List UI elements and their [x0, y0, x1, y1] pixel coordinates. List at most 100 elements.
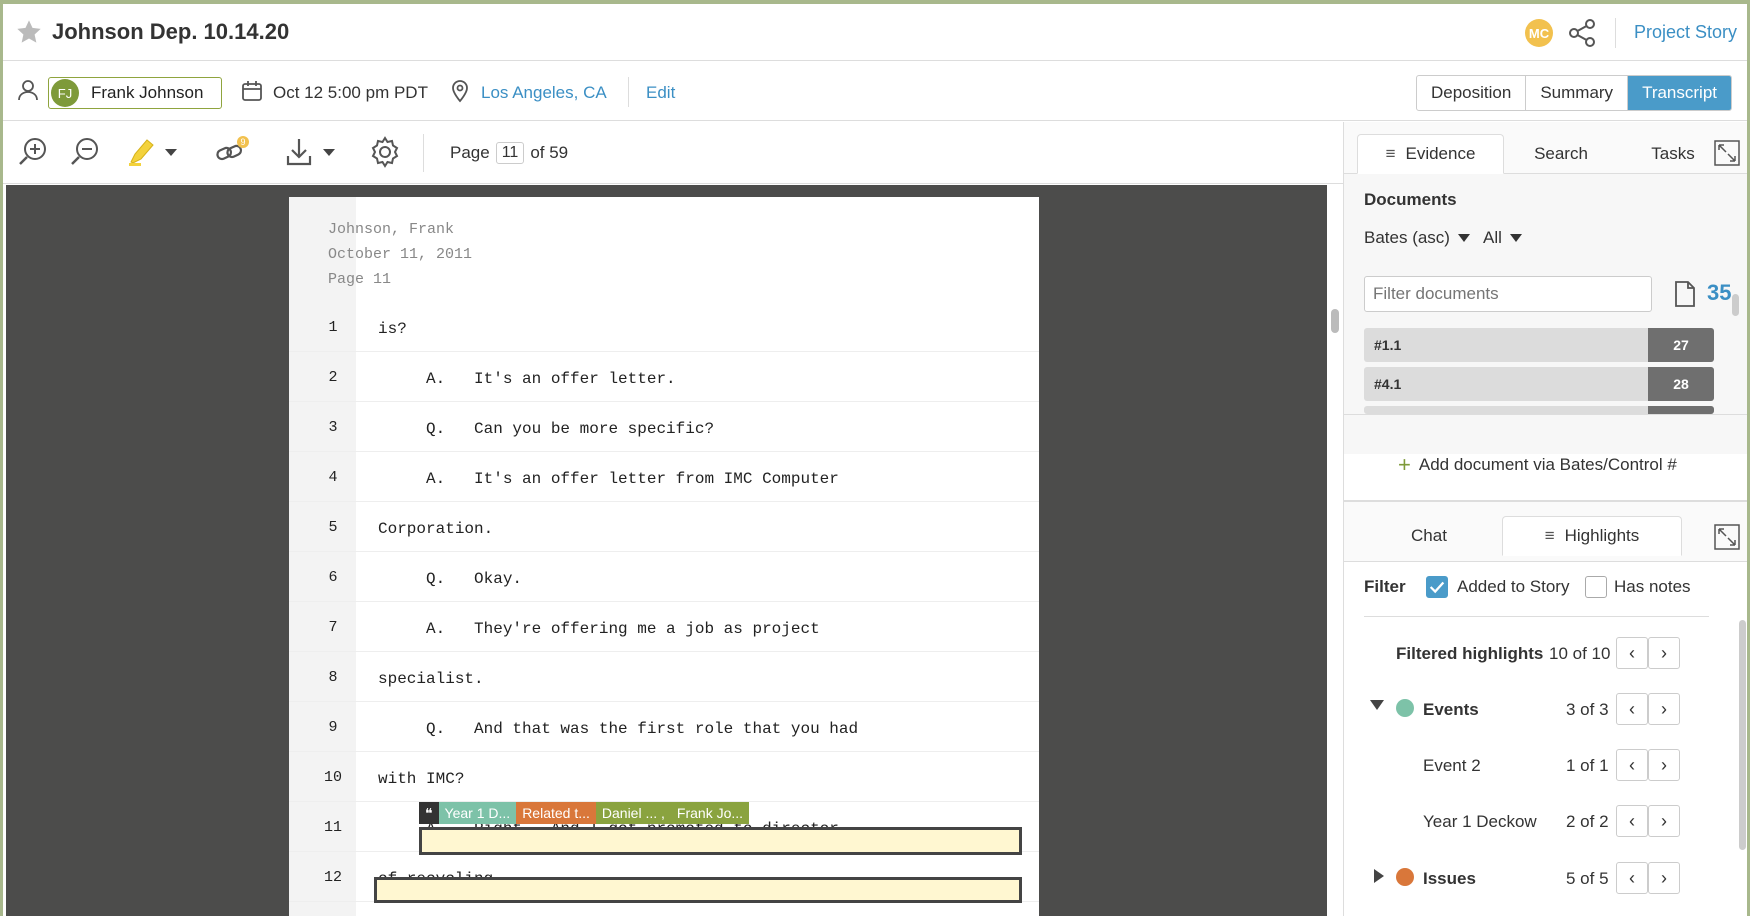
- person-icon: [18, 80, 38, 101]
- sort-label: Bates (asc): [1364, 228, 1450, 247]
- prev-button[interactable]: ‹: [1616, 693, 1648, 725]
- tab-tasks[interactable]: Tasks: [1618, 134, 1728, 174]
- divider: [1344, 414, 1747, 415]
- witness-selector[interactable]: FJ Frank Johnson: [48, 77, 222, 109]
- transcript-page: Johnson, Frank October 11, 2011 Page 11 …: [289, 197, 1039, 916]
- right-panel: ≡ Evidence Search Tasks Documents Bates …: [1343, 122, 1747, 916]
- tab-evidence[interactable]: ≡ Evidence: [1357, 134, 1504, 174]
- location-link[interactable]: Los Angeles, CA: [481, 83, 607, 103]
- line-number: 4: [328, 469, 338, 486]
- line-number: 5: [328, 519, 338, 536]
- group-events-name[interactable]: Events: [1423, 700, 1479, 720]
- divider: [1615, 18, 1616, 48]
- title-bar: Johnson Dep. 10.14.20 MC Project Story: [3, 4, 1747, 61]
- filtered-highlights-count: 10 of 10: [1549, 644, 1611, 663]
- next-button[interactable]: ›: [1648, 805, 1680, 837]
- line-text: A. It's an offer letter.: [378, 370, 676, 388]
- added-to-story-checkbox[interactable]: [1426, 576, 1448, 598]
- page-header-page: Page 11: [328, 271, 392, 288]
- expand-icon[interactable]: [1714, 524, 1740, 550]
- zoom-in-icon[interactable]: [17, 136, 49, 168]
- document-row-partial[interactable]: [1364, 406, 1714, 414]
- next-button[interactable]: ›: [1648, 749, 1680, 781]
- tab-highlights[interactable]: ≡ Highlights: [1502, 516, 1682, 556]
- list-icon: ≡: [1544, 526, 1555, 545]
- transcript-line[interactable]: 8 specialist.: [289, 652, 1039, 702]
- caret-down-icon: [1457, 234, 1470, 242]
- highlighter-icon[interactable]: [127, 136, 179, 168]
- viewer-scrollbar[interactable]: [1331, 309, 1339, 333]
- sort-dropdown[interactable]: Bates (asc): [1364, 228, 1470, 248]
- document-viewer[interactable]: Johnson, Frank October 11, 2011 Page 11 …: [6, 185, 1327, 916]
- add-document-button[interactable]: + Add document via Bates/Control #: [1398, 452, 1677, 478]
- expand-icon[interactable]: [1714, 140, 1740, 166]
- quote-icon[interactable]: ❝: [419, 802, 439, 824]
- line-number: 7: [328, 619, 338, 636]
- group-issues-name[interactable]: Issues: [1423, 869, 1476, 889]
- line-text: Corporation.: [378, 520, 494, 538]
- highlight-tags[interactable]: ❝ Year 1 D... Related t... Daniel ... , Fran…: [419, 802, 750, 824]
- type-filter-dropdown[interactable]: All: [1483, 228, 1522, 248]
- transcript-line[interactable]: 4 A. It's an offer letter from IMC Compu…: [289, 452, 1039, 502]
- edit-link[interactable]: Edit: [646, 83, 675, 103]
- page-number-input[interactable]: 11: [495, 142, 525, 164]
- line-number: 3: [328, 419, 338, 436]
- user-avatar[interactable]: MC: [1525, 19, 1553, 47]
- next-button[interactable]: ›: [1648, 637, 1680, 669]
- line-number: 8: [328, 669, 338, 686]
- highlight-tag[interactable]: Year 1 D...: [438, 802, 517, 824]
- prev-button[interactable]: ‹: [1616, 862, 1648, 894]
- calendar-icon: [242, 81, 262, 101]
- transcript-line[interactable]: 9 Q. And that was the first role that yo…: [289, 702, 1039, 752]
- zoom-out-icon[interactable]: [69, 136, 101, 168]
- download-icon[interactable]: [285, 136, 339, 168]
- item-event-2-name[interactable]: Event 2: [1423, 756, 1481, 776]
- expand-triangle-icon[interactable]: [1374, 869, 1384, 883]
- transcript-line[interactable]: 3 Q. Can you be more specific?: [289, 402, 1039, 452]
- prev-button[interactable]: ‹: [1616, 637, 1648, 669]
- tab-transcript[interactable]: Transcript: [1628, 76, 1732, 110]
- group-issues-count: 5 of 5: [1566, 869, 1609, 888]
- prev-button[interactable]: ‹: [1616, 749, 1648, 781]
- filter-label: Filter: [1364, 577, 1406, 596]
- highlight-box[interactable]: [419, 827, 1022, 855]
- next-button[interactable]: ›: [1648, 693, 1680, 725]
- next-button[interactable]: ›: [1648, 862, 1680, 894]
- highlight-tag[interactable]: Related t...: [516, 802, 596, 824]
- chevron-left-icon: ‹: [1629, 698, 1635, 719]
- collapse-triangle-icon[interactable]: [1370, 700, 1384, 710]
- item-year1-deckow-name[interactable]: Year 1 Deckow: [1423, 812, 1537, 832]
- star-icon[interactable]: [15, 18, 43, 46]
- settings-gear-icon[interactable]: [369, 136, 401, 168]
- highlight-box[interactable]: [374, 877, 1022, 903]
- has-notes-checkbox[interactable]: [1585, 576, 1607, 598]
- link-icon[interactable]: 9: [213, 136, 253, 168]
- highlight-tag[interactable]: Frank Jo...: [670, 802, 750, 824]
- transcript-line[interactable]: 2 A. It's an offer letter.: [289, 352, 1039, 402]
- transcript-line[interactable]: 1 is?: [289, 302, 1039, 352]
- document-row[interactable]: #4.1 28: [1364, 367, 1714, 401]
- line-number: 11: [323, 819, 342, 836]
- tab-chat[interactable]: Chat: [1364, 516, 1494, 556]
- highlight-tag[interactable]: Daniel ... ,: [595, 802, 671, 824]
- transcript-line[interactable]: 6 Q. Okay.: [289, 552, 1039, 602]
- project-story-link[interactable]: Project Story: [1634, 22, 1737, 43]
- transcript-line[interactable]: 7 A. They're offering me a job as projec…: [289, 602, 1039, 652]
- tab-search[interactable]: Search: [1506, 134, 1616, 174]
- filter-documents-input[interactable]: [1364, 276, 1652, 312]
- document-row[interactable]: #1.1 27: [1364, 328, 1714, 362]
- document-count: 35: [1707, 280, 1732, 305]
- item-event-2-count: 1 of 1: [1566, 756, 1609, 775]
- transcript-line[interactable]: 5 Corporation.: [289, 502, 1039, 552]
- page-header-witness: Johnson, Frank: [328, 221, 455, 238]
- tab-deposition[interactable]: Deposition: [1417, 76, 1527, 110]
- documents-scrollbar[interactable]: [1732, 294, 1739, 316]
- share-icon[interactable]: [1566, 17, 1598, 49]
- checkmark-icon: [1429, 581, 1445, 594]
- transcript-line[interactable]: 10 with IMC?: [289, 752, 1039, 802]
- tab-summary[interactable]: Summary: [1526, 76, 1629, 110]
- prev-button[interactable]: ‹: [1616, 805, 1648, 837]
- highlights-scrollbar[interactable]: [1739, 620, 1746, 850]
- added-to-story-label: Added to Story: [1457, 577, 1570, 596]
- chevron-right-icon: ›: [1661, 810, 1667, 831]
